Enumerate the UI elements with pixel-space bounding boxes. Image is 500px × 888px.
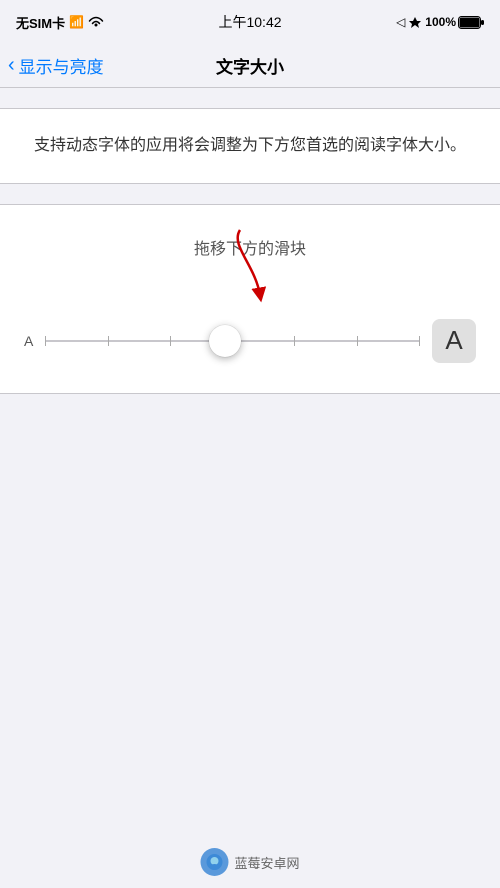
tick-3 (170, 336, 171, 346)
status-right: ◁ 100% (396, 15, 484, 29)
description-text: 支持动态字体的应用将会调整为下方您首选的阅读字体大小。 (32, 133, 468, 159)
drag-hint-text: 拖移下方的滑块 (20, 235, 480, 259)
description-card: 支持动态字体的应用将会调整为下方您首选的阅读字体大小。 (0, 108, 500, 184)
slider-label-small: A (24, 333, 33, 349)
slider-track-wrapper[interactable] (45, 319, 420, 363)
slider-label-large: A (432, 319, 476, 363)
carrier-text: 无SIM卡 (16, 13, 65, 32)
font-size-slider-row: A (20, 319, 480, 363)
page-title: 文字大小 (216, 53, 284, 78)
signal-icon (409, 16, 421, 28)
battery-percent: 100% (425, 15, 456, 29)
back-button[interactable]: ‹ 显示与亮度 (8, 53, 104, 78)
back-chevron-icon: ‹ (8, 55, 15, 75)
tick-7 (419, 336, 420, 346)
watermark-text: 蓝莓安卓网 (234, 853, 299, 872)
slider-thumb[interactable] (209, 325, 241, 357)
watermark-logo (200, 848, 228, 876)
status-bar: 无SIM卡 📶 上午10:42 ◁ 100% (0, 0, 500, 44)
status-time: 上午10:42 (218, 12, 281, 32)
slider-section: 拖移下方的滑块 A (0, 204, 500, 394)
tick-1 (45, 336, 46, 346)
battery: 100% (425, 15, 484, 29)
wifi-icon (88, 16, 104, 28)
location-icon: ◁ (396, 15, 405, 29)
tick-5 (294, 336, 295, 346)
nav-bar: ‹ 显示与亮度 文字大小 (0, 44, 500, 88)
carrier-wifi: 无SIM卡 📶 (16, 13, 104, 32)
back-label: 显示与亮度 (19, 53, 104, 78)
watermark: 蓝莓安卓网 (200, 848, 299, 876)
tick-2 (108, 336, 109, 346)
tick-6 (357, 336, 358, 346)
sim-icon: 📶 (69, 15, 84, 29)
main-content: 支持动态字体的应用将会调整为下方您首选的阅读字体大小。 拖移下方的滑块 (0, 88, 500, 414)
